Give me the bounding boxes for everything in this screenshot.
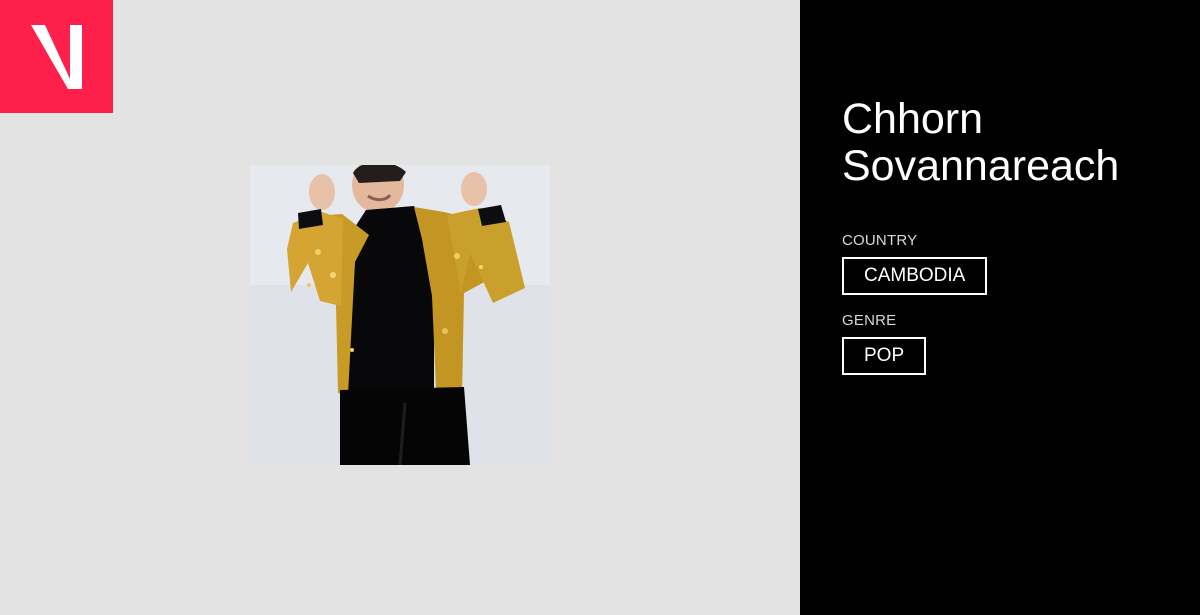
- artist-photo-panel: [0, 0, 800, 615]
- genre-label: GENRE: [842, 312, 897, 329]
- artist-photo-image: [250, 165, 550, 465]
- artist-name-first: Chhorn: [842, 95, 984, 143]
- v-logo-icon[interactable]: [0, 0, 113, 113]
- v-logo-graphic: [31, 25, 82, 89]
- artist-photo: [250, 165, 550, 465]
- country-label: COUNTRY: [842, 232, 918, 249]
- artist-info-panel: Chhorn Sovannareach COUNTRY CAMBODIA GEN…: [800, 0, 1200, 615]
- artist-name-last: Sovannareach: [842, 142, 1120, 190]
- artist-name: Chhorn Sovannareach: [842, 96, 1182, 190]
- country-tag[interactable]: CAMBODIA: [842, 257, 988, 295]
- artist-page: Chhorn Sovannareach COUNTRY CAMBODIA GEN…: [0, 0, 1200, 615]
- genre-tag[interactable]: POP: [842, 337, 927, 375]
